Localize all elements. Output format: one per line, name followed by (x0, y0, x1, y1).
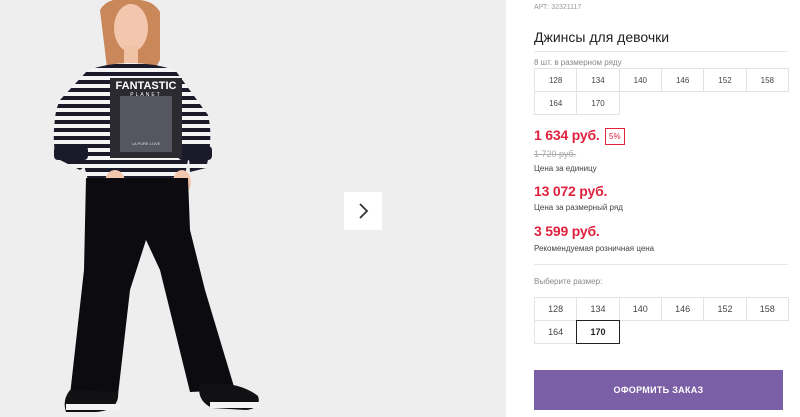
discount-badge: 5% (605, 128, 625, 145)
assortment-size-cell: 170 (576, 91, 620, 115)
product-photo[interactable]: FANTASTIC PLANET LA PURE LOVE (0, 0, 320, 417)
size-option[interactable]: 128 (534, 297, 578, 321)
size-option[interactable]: 170 (576, 320, 620, 344)
size-picker-grid: 128 134 140 146 152 158 164 170 (534, 297, 789, 344)
size-option[interactable]: 158 (745, 297, 789, 321)
order-button[interactable]: ОФОРМИТЬ ЗАКАЗ (534, 370, 783, 410)
size-option[interactable]: 134 (576, 297, 620, 321)
retail-price-note: Рекомендуемая розничная цена (534, 244, 655, 253)
old-price: 1 720 руб. (534, 149, 577, 159)
divider (534, 264, 788, 265)
series-price-note: Цена за размерный ряд (534, 203, 623, 212)
size-option[interactable]: 140 (618, 297, 662, 321)
assortment-caption: 8 шт. в размерном ряду (534, 58, 622, 67)
next-photo-button[interactable] (344, 192, 382, 230)
print-text-sub: PLANET (130, 92, 161, 98)
assortment-size-cell: 128 (534, 68, 578, 92)
assortment-size-cell: 164 (534, 91, 578, 115)
size-option[interactable]: 152 (703, 297, 747, 321)
unit-price: 1 634 руб. (534, 127, 600, 143)
assortment-size-cell: 158 (745, 68, 789, 92)
assortment-size-grid: 128 134 140 146 152 158 164 170 (534, 68, 789, 115)
series-price: 13 072 руб. (534, 183, 608, 199)
assortment-size-cell: 140 (618, 68, 662, 92)
unit-price-note: Цена за единицу (534, 164, 597, 173)
product-sku: АРТ: 32321117 (534, 4, 582, 11)
print-text-small: LA PURE LOVE (132, 141, 161, 146)
retail-price: 3 599 руб. (534, 223, 600, 239)
product-title: Джинсы для девочки (534, 29, 670, 45)
assortment-size-cell: 134 (576, 68, 620, 92)
size-picker-caption: Выберите размер: (534, 277, 603, 286)
divider (534, 51, 788, 52)
assortment-size-cell: 152 (703, 68, 747, 92)
print-text-main: FANTASTIC (116, 80, 177, 92)
chevron-right-icon (359, 203, 369, 219)
size-option[interactable]: 164 (534, 320, 578, 344)
size-option[interactable]: 146 (660, 297, 705, 321)
assortment-size-cell: 146 (660, 68, 705, 92)
